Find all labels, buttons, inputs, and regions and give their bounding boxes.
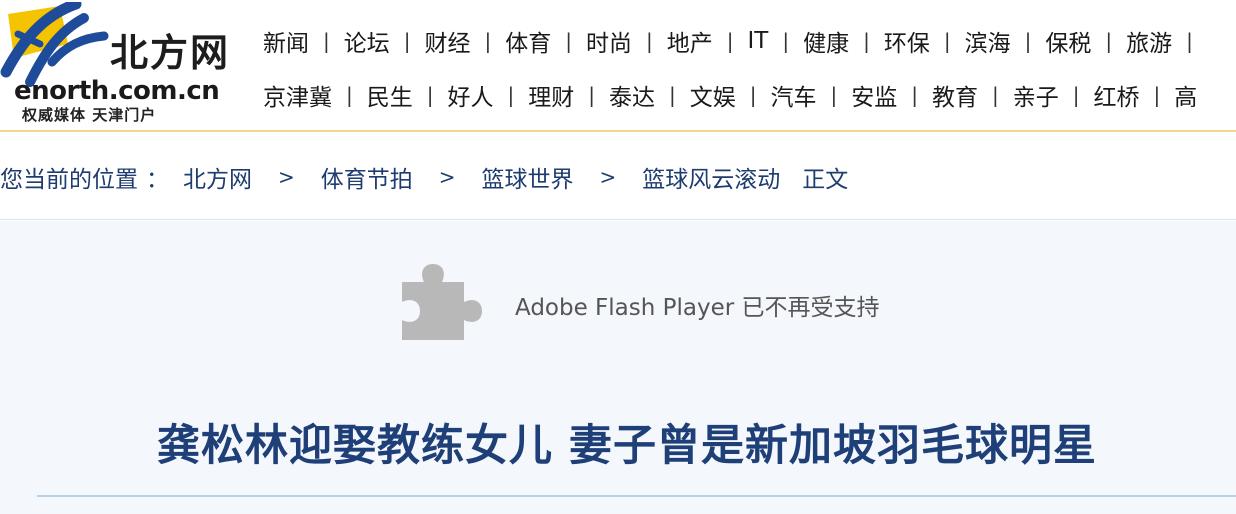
nav-item-entertainment[interactable]: 文娱 [690,78,736,112]
nav-separator: | [323,29,330,53]
logo-tagline: 权威媒体 天津门户 [22,106,157,124]
breadcrumb: 您当前的位置 ： 北方网 > 体育节拍 > 篮球世界 > 篮球风云滚动 正文 [0,134,1236,220]
nav-separator: | [1153,83,1161,107]
nav-item-realestate[interactable]: 地产 [667,24,713,58]
nav-item-safety[interactable]: 安监 [851,78,897,112]
nav-item-health[interactable]: 健康 [803,24,849,58]
breadcrumb-label: 您当前的位置 [0,166,138,193]
flash-player-placeholder[interactable]: Adobe Flash Player 已不再受支持 [0,221,1236,386]
nav-item-auto[interactable]: 汽车 [771,78,817,112]
nav-separator: | [346,83,353,107]
nav-item-forum[interactable]: 论坛 [344,24,390,58]
breadcrumb-current: 正文 [802,166,849,193]
breadcrumb-item-home[interactable]: 北方网 [183,160,252,194]
title-divider [37,495,1236,497]
breadcrumb-item-basketball[interactable]: 篮球世界 [482,160,574,194]
nav-separator: | [669,83,676,107]
nav-item-fashion[interactable]: 时尚 [586,24,632,58]
site-logo[interactable]: 北方网 enorth.com.cn 权威媒体 天津门户 [0,0,245,128]
article-title: 龚松林迎娶教练女儿 妻子曾是新加坡羽毛球明星 [157,421,1097,471]
nav-separator: | [1072,83,1080,107]
chevron-right-icon: > [438,164,456,189]
nav-row-2: 京津冀 | 民生 | 好人 | 理财 | 泰达 | 文娱 | 汽车 | 安监 |… [263,75,1236,115]
article-content: Adobe Flash Player 已不再受支持 龚松林迎娶教练女儿 妻子曾是… [0,221,1236,514]
nav-item-binhai[interactable]: 滨海 [965,24,1011,58]
nav-separator: | [911,83,918,107]
nav-separator: | [863,29,870,53]
nav-separator: | [403,29,411,53]
nav-item-finance[interactable]: 财经 [425,24,471,58]
nav-item-environment[interactable]: 环保 [884,24,930,58]
nav-item-news[interactable]: 新闻 [263,24,309,58]
nav-separator: | [1186,29,1193,53]
nav-separator: | [426,83,434,107]
nav-item-bonded[interactable]: 保税 [1045,24,1091,58]
nav-separator: | [1105,29,1113,53]
nav-separator: | [1024,29,1032,53]
nav-separator: | [646,29,653,53]
nav-item-parenting[interactable]: 亲子 [1013,78,1059,112]
nav-separator: | [507,83,515,107]
chevron-right-icon: > [278,164,295,189]
breadcrumb-item-basketball-news[interactable]: 篮球风云滚动 [642,160,780,194]
chevron-right-icon: > [599,164,617,189]
nav-item-sports[interactable]: 体育 [505,24,551,58]
logo-chinese-name: 北方网 [110,30,231,75]
nav-item-livelihood[interactable]: 民生 [367,78,413,112]
nav-item-it[interactable]: IT [748,28,769,54]
flash-unsupported-message: Adobe Flash Player 已不再受支持 [515,295,880,321]
site-header: 北方网 enorth.com.cn 权威媒体 天津门户 新闻 | 论坛 | 财经… [0,0,1236,132]
nav-item-hongqiao[interactable]: 红桥 [1094,78,1140,112]
nav-item-good-people[interactable]: 好人 [448,78,494,112]
nav-item-jingjinji[interactable]: 京津冀 [263,78,332,112]
nav-row-1: 新闻 | 论坛 | 财经 | 体育 | 时尚 | 地产 | IT | 健康 | … [263,21,1236,61]
puzzle-icon [402,264,482,340]
nav-separator: | [943,29,951,53]
nav-separator: | [588,83,595,107]
nav-separator: | [749,83,757,107]
breadcrumb-colon: ： [146,166,169,193]
nav-item-gao[interactable]: 高 [1174,78,1197,112]
logo-url: enorth.com.cn [14,76,220,106]
nav-separator: | [484,29,492,53]
breadcrumb-item-sports[interactable]: 体育节拍 [321,160,413,194]
nav-separator: | [726,29,734,53]
nav-separator: | [992,83,999,107]
nav-item-travel[interactable]: 旅游 [1126,24,1172,58]
nav-item-education[interactable]: 教育 [932,78,978,112]
nav-item-teda[interactable]: 泰达 [609,78,655,112]
nav-separator: | [830,83,838,107]
nav-separator: | [782,29,790,53]
nav-item-wealth[interactable]: 理财 [528,78,574,112]
nav-separator: | [565,29,572,53]
